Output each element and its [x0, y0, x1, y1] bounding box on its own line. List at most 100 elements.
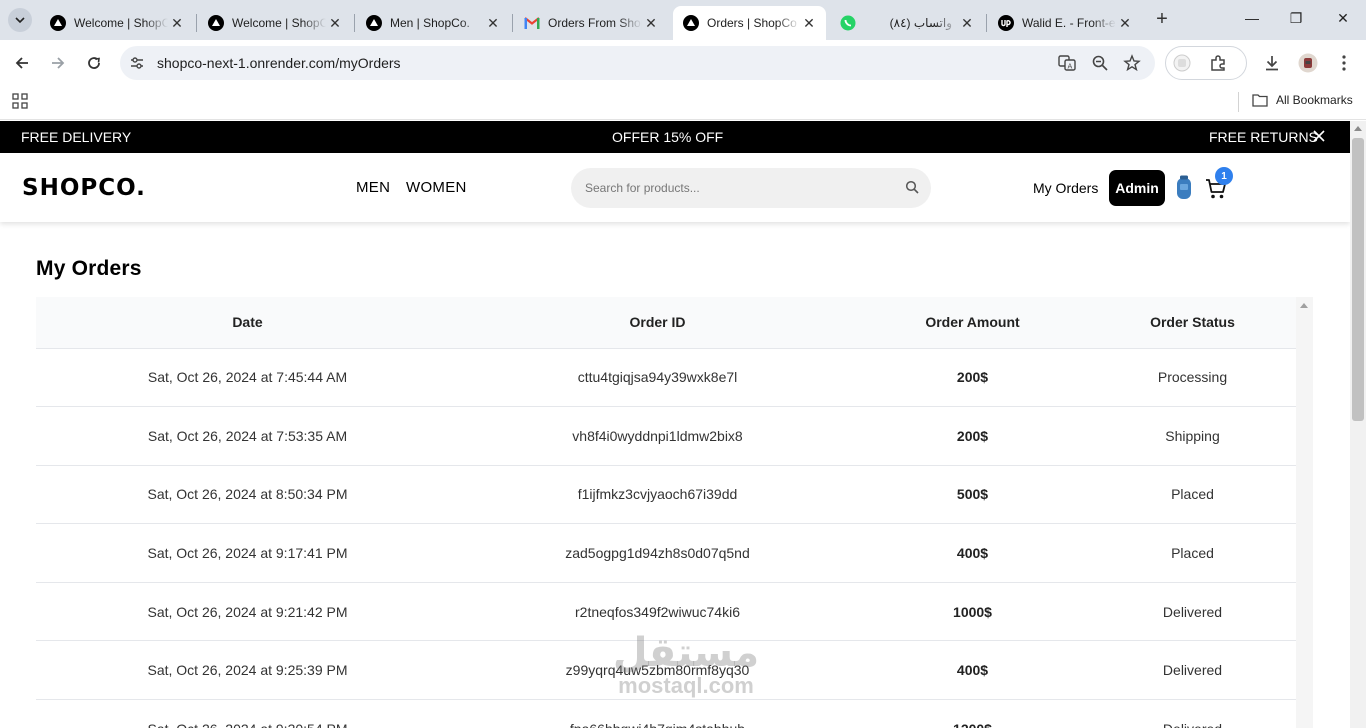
- table-scrollbar[interactable]: [1296, 297, 1313, 728]
- reload-button[interactable]: [82, 51, 106, 75]
- order-status: Shipping: [1089, 406, 1296, 466]
- tab-close-icon[interactable]: ✕: [958, 15, 976, 32]
- site-header: SHOPCO. MEN WOMEN Search for products...…: [0, 153, 1350, 222]
- browser-tab-2[interactable]: Welcome | ShopCo ✕: [198, 6, 352, 40]
- address-bar[interactable]: shopco-next-1.onrender.com/myOrders A: [120, 46, 1155, 80]
- chevron-down-icon: [15, 17, 25, 24]
- nav-link-men[interactable]: MEN: [356, 179, 390, 196]
- tab-title: (٨٤) واتساب: [889, 16, 952, 30]
- browser-tab-3[interactable]: Men | ShopCo. ✕: [356, 6, 510, 40]
- tab-separator: [512, 14, 513, 32]
- search-input[interactable]: Search for products...: [571, 168, 931, 208]
- orders-table-container[interactable]: Date Order ID Order Amount Order Status …: [36, 297, 1296, 728]
- table-row: Sat, Oct 26, 2024 at 7:45:44 AM cttu4tgi…: [36, 348, 1296, 408]
- forward-button[interactable]: [46, 51, 70, 75]
- browser-tab-6[interactable]: (٨٤) واتساب ✕: [830, 6, 984, 40]
- browser-tab-7[interactable]: Walid E. - Front-end ✕: [988, 6, 1142, 40]
- order-date: Sat, Oct 26, 2024 at 9:30:54 PM: [36, 699, 459, 728]
- bookmark-star-icon[interactable]: [1123, 54, 1141, 72]
- triangle-logo-icon: [208, 15, 224, 31]
- column-header-order-status: Order Status: [1089, 297, 1296, 349]
- tab-separator: [196, 14, 197, 32]
- tab-close-icon[interactable]: ✕: [642, 15, 660, 32]
- close-icon[interactable]: [1312, 129, 1326, 143]
- browser-tab-5-active[interactable]: Orders | ShopCo ✕: [673, 6, 826, 40]
- folder-icon: [1252, 94, 1268, 107]
- tab-close-icon[interactable]: ✕: [168, 15, 186, 32]
- tab-close-icon[interactable]: ✕: [326, 15, 344, 32]
- order-amount: 200$: [856, 348, 1089, 408]
- tab-close-icon[interactable]: ✕: [800, 15, 818, 32]
- admin-button[interactable]: Admin: [1109, 170, 1165, 206]
- my-orders-link[interactable]: My Orders: [1033, 180, 1098, 196]
- new-tab-button[interactable]: +: [1151, 9, 1173, 31]
- tab-separator: [986, 14, 987, 32]
- column-header-order-id: Order ID: [459, 297, 856, 349]
- order-id: f1ijfmkz3cvjyaoch67i39dd: [459, 465, 856, 525]
- promo-offer: OFFER 15% OFF: [612, 129, 724, 145]
- site-info-icon[interactable]: [128, 54, 146, 72]
- tab-search-button[interactable]: [8, 8, 32, 32]
- orders-table: Date Order ID Order Amount Order Status …: [36, 297, 1296, 728]
- order-amount: 1000$: [856, 582, 1089, 642]
- restore-icon[interactable]: ❐: [1286, 10, 1306, 27]
- gmail-icon: [524, 15, 540, 31]
- order-status: Placed: [1089, 465, 1296, 525]
- scroll-up-arrow-icon[interactable]: [1354, 126, 1362, 131]
- promo-bar: FREE DELIVERY OFFER 15% OFF FREE RETURNS: [0, 121, 1350, 153]
- upwork-icon: [998, 15, 1014, 31]
- tab-title: Men | ShopCo.: [390, 16, 470, 30]
- page-viewport: FREE DELIVERY OFFER 15% OFF FREE RETURNS…: [0, 121, 1366, 728]
- profile-avatar[interactable]: [1297, 52, 1319, 74]
- all-bookmarks-label: All Bookmarks: [1276, 93, 1353, 107]
- order-date: Sat, Oct 26, 2024 at 9:21:42 PM: [36, 582, 459, 642]
- back-button[interactable]: [10, 51, 34, 75]
- download-icon[interactable]: [1261, 52, 1283, 74]
- search-icon[interactable]: [905, 180, 919, 194]
- order-date: Sat, Oct 26, 2024 at 9:17:41 PM: [36, 523, 459, 583]
- table-row: Sat, Oct 26, 2024 at 9:25:39 PM z99yqrq4…: [36, 640, 1296, 701]
- bookmarks-separator: [1238, 92, 1239, 112]
- scrollbar-thumb[interactable]: [1352, 138, 1364, 421]
- apps-grid-icon[interactable]: [12, 93, 28, 114]
- zoom-icon[interactable]: [1091, 54, 1109, 72]
- nav-link-women[interactable]: WOMEN: [406, 179, 467, 196]
- tab-close-icon[interactable]: ✕: [484, 15, 502, 32]
- order-id: zad5ogpg1d94zh8s0d07q5nd: [459, 523, 856, 583]
- order-id: vh8f4i0wyddnpi1ldmw2bix8: [459, 406, 856, 466]
- order-status: Placed: [1089, 523, 1296, 583]
- browser-tab-1[interactable]: Welcome | ShopCo ✕: [40, 6, 194, 40]
- column-header-order-amount: Order Amount: [856, 297, 1089, 349]
- reload-icon: [88, 57, 100, 69]
- tab-separator: [354, 14, 355, 32]
- site-logo[interactable]: SHOPCO.: [22, 175, 146, 201]
- tab-title: Welcome | ShopCo: [74, 16, 168, 30]
- order-id: cttu4tgiqjsa94y39wxk8e7l: [459, 348, 856, 408]
- window-close-icon[interactable]: ✕: [1333, 10, 1353, 27]
- extension-icon[interactable]: [1171, 52, 1193, 74]
- browser-toolbar: shopco-next-1.onrender.com/myOrders A: [0, 40, 1366, 86]
- triangle-logo-icon: [366, 15, 382, 31]
- tab-close-icon[interactable]: ✕: [1116, 15, 1134, 32]
- table-row: Sat, Oct 26, 2024 at 7:53:35 AM vh8f4i0w…: [36, 406, 1296, 466]
- arrow-right-icon: [52, 57, 65, 69]
- menu-kebab-icon[interactable]: [1333, 52, 1355, 74]
- cart-count-badge: 1: [1215, 167, 1233, 185]
- bookmarks-bar: All Bookmarks: [0, 86, 1366, 120]
- order-status: Delivered: [1089, 640, 1296, 701]
- translate-icon[interactable]: A: [1058, 54, 1076, 72]
- order-amount: 1200$: [856, 699, 1089, 728]
- user-avatar-icon[interactable]: [1174, 175, 1194, 201]
- scroll-up-arrow-icon[interactable]: [1300, 303, 1308, 308]
- triangle-logo-icon: [683, 15, 699, 31]
- order-date: Sat, Oct 26, 2024 at 9:25:39 PM: [36, 640, 459, 701]
- page-scrollbar[interactable]: [1350, 121, 1366, 728]
- table-row: Sat, Oct 26, 2024 at 9:21:42 PM r2tneqfo…: [36, 582, 1296, 642]
- table-row: Sat, Oct 26, 2024 at 9:17:41 PM zad5ogpg…: [36, 523, 1296, 583]
- puzzle-extensions-icon[interactable]: [1207, 52, 1229, 74]
- browser-tab-strip: Welcome | ShopCo ✕ Welcome | ShopCo ✕ Me…: [0, 0, 1366, 40]
- minimize-icon[interactable]: —: [1242, 10, 1262, 26]
- promo-free-returns: FREE RETURNS: [1209, 129, 1318, 145]
- all-bookmarks-button[interactable]: All Bookmarks: [1252, 93, 1353, 107]
- browser-tab-4[interactable]: Orders From ShopCo ✕: [514, 6, 668, 40]
